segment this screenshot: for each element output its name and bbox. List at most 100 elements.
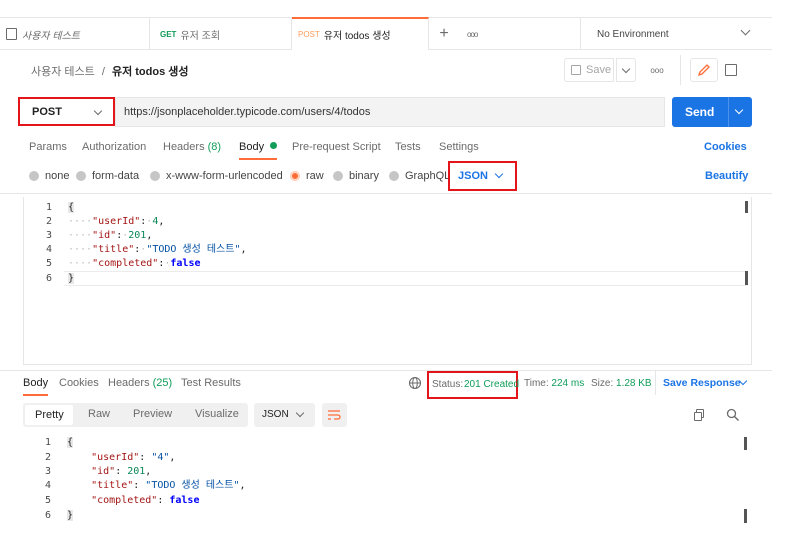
pencil-icon xyxy=(697,64,710,77)
response-tab-headers[interactable]: Headers (25) xyxy=(108,377,172,389)
cookies-link[interactable]: Cookies xyxy=(704,141,747,153)
url-text: https://jsonplaceholder.typicode.com/use… xyxy=(124,106,371,118)
search-icon[interactable] xyxy=(726,408,740,422)
json-value: "TODO 생성 테스트" xyxy=(145,480,240,491)
radio-graphql[interactable]: GraphQL xyxy=(389,170,450,182)
url-input[interactable]: https://jsonplaceholder.typicode.com/use… xyxy=(115,97,665,127)
save-label: Save xyxy=(586,64,612,76)
radio-none[interactable]: none xyxy=(29,170,69,182)
new-tab-button[interactable]: + xyxy=(429,18,459,50)
tab-settings[interactable]: Settings xyxy=(439,141,479,153)
edit-docs-button[interactable] xyxy=(690,58,718,82)
tab-headers[interactable]: Headers (8) xyxy=(163,141,221,153)
tab-method: POST xyxy=(298,30,320,39)
radio-label: GraphQL xyxy=(405,170,451,182)
tab-body[interactable]: Body xyxy=(239,141,278,160)
time-label: Time: xyxy=(524,378,549,389)
tab-label: 사용자 테스트 xyxy=(22,30,80,42)
size-label: Size: xyxy=(591,378,614,389)
scrollbar-thumb[interactable] xyxy=(745,201,748,213)
request-more-button[interactable]: ooo xyxy=(645,58,669,82)
json-key: "userId" xyxy=(92,216,141,227)
response-format-select[interactable]: JSON xyxy=(254,403,315,427)
environment-select[interactable]: No Environment xyxy=(580,18,765,50)
tab-post-todos[interactable]: POST 유저 todos 생성 xyxy=(292,17,429,50)
code-line: ····"userId":·4, xyxy=(68,216,165,227)
method-label: POST xyxy=(32,105,62,118)
comments-button[interactable] xyxy=(719,58,744,82)
radio-form-data[interactable]: form-data xyxy=(76,170,139,182)
globe-icon[interactable] xyxy=(408,376,422,390)
brace-close: } xyxy=(67,510,74,521)
breadcrumb-parent[interactable]: 사용자 테스트 xyxy=(31,66,95,78)
json-value: 4 xyxy=(152,216,159,227)
json-key: "id" xyxy=(92,230,117,241)
beautify-button[interactable]: Beautify xyxy=(705,170,748,182)
radio-raw[interactable]: raw xyxy=(290,170,324,182)
line-number: 4 xyxy=(44,480,51,491)
code-line: "id": 201, xyxy=(91,466,152,477)
body-active-dot xyxy=(270,142,278,149)
response-body-viewer[interactable]: 1 2 3 4 5 6 { "userId": "4", "id": 201, … xyxy=(23,434,752,530)
code-line: "title": "TODO 생성 테스트", xyxy=(91,480,246,491)
copy-button[interactable] xyxy=(694,409,706,421)
response-time: Time: 224 ms xyxy=(524,378,584,389)
radio-dot xyxy=(389,171,399,181)
brace-open: { xyxy=(68,202,75,213)
request-body-editor[interactable]: 1 2 3 4 5 6 { ····"userId":·4, ····"id":… xyxy=(23,197,752,365)
raw-button[interactable]: Raw xyxy=(88,408,110,420)
code-line: ····"id":·201, xyxy=(68,230,153,241)
tab-authorization[interactable]: Authorization xyxy=(82,141,146,153)
response-tab-cookies[interactable]: Cookies xyxy=(59,377,99,389)
json-key: "title" xyxy=(91,480,134,491)
radio-label: binary xyxy=(349,170,379,182)
radio-label: form-data xyxy=(92,170,140,182)
preview-button[interactable]: Preview xyxy=(133,408,172,420)
visualize-button[interactable]: Visualize xyxy=(195,408,239,420)
wrap-lines-button[interactable] xyxy=(322,403,347,427)
tab-params[interactable]: Params xyxy=(29,141,67,153)
tab-prerequest-script[interactable]: Pre-request Script xyxy=(292,141,381,153)
save-options-button[interactable] xyxy=(616,58,636,82)
save-response-button[interactable]: Save Response xyxy=(663,377,741,389)
environment-label: No Environment xyxy=(597,28,669,40)
line-number: 3 xyxy=(45,230,52,241)
code-line: ····"title":·"TODO 생성 테스트", xyxy=(68,244,247,255)
line-number: 5 xyxy=(45,258,52,269)
line-number: 4 xyxy=(45,244,52,255)
tab-more-button[interactable]: ooo xyxy=(459,18,499,50)
tab-method: GET xyxy=(160,29,177,39)
tab-get-user[interactable]: GET 유저 조회 xyxy=(150,18,292,50)
collection-icon xyxy=(6,28,17,40)
send-label: Send xyxy=(685,105,715,119)
json-value: 201 xyxy=(127,466,146,477)
scrollbar-thumb[interactable] xyxy=(744,509,747,523)
radio-binary[interactable]: binary xyxy=(333,170,379,182)
response-tab-test-results[interactable]: Test Results xyxy=(181,377,241,389)
method-select[interactable]: POST xyxy=(18,97,115,126)
radio-dot xyxy=(29,171,39,181)
format-label: JSON xyxy=(458,170,488,182)
response-headers-label: Headers xyxy=(108,377,150,389)
tab-user-test[interactable]: 사용자 테스트 xyxy=(0,18,150,50)
chevron-down-icon xyxy=(621,64,631,74)
code-line: { xyxy=(68,201,75,215)
tab-tests[interactable]: Tests xyxy=(395,141,421,153)
scrollbar-thumb[interactable] xyxy=(745,271,748,285)
scrollbar-thumb[interactable] xyxy=(744,437,747,450)
response-tab-body[interactable]: Body xyxy=(23,377,49,396)
json-value: 201 xyxy=(128,230,147,241)
code-line: { xyxy=(67,436,74,450)
radio-urlencoded[interactable]: x-www-form-urlencoded xyxy=(150,170,283,182)
breadcrumb: 사용자 테스트 / 유저 todos 생성 xyxy=(31,63,189,79)
json-value: "4" xyxy=(151,452,170,463)
save-button[interactable]: Save xyxy=(564,58,614,82)
tab-label: 유저 조회 xyxy=(180,30,221,42)
json-key: "title" xyxy=(92,244,135,255)
status-label: Status: xyxy=(432,379,464,390)
send-button[interactable]: Send xyxy=(672,97,752,127)
response-view-toggle: Pretty Raw Preview Visualize xyxy=(23,403,248,427)
body-format-select[interactable]: JSON xyxy=(448,161,517,191)
tab-headers-count: (8) xyxy=(207,141,222,153)
pretty-button[interactable]: Pretty xyxy=(25,405,73,425)
